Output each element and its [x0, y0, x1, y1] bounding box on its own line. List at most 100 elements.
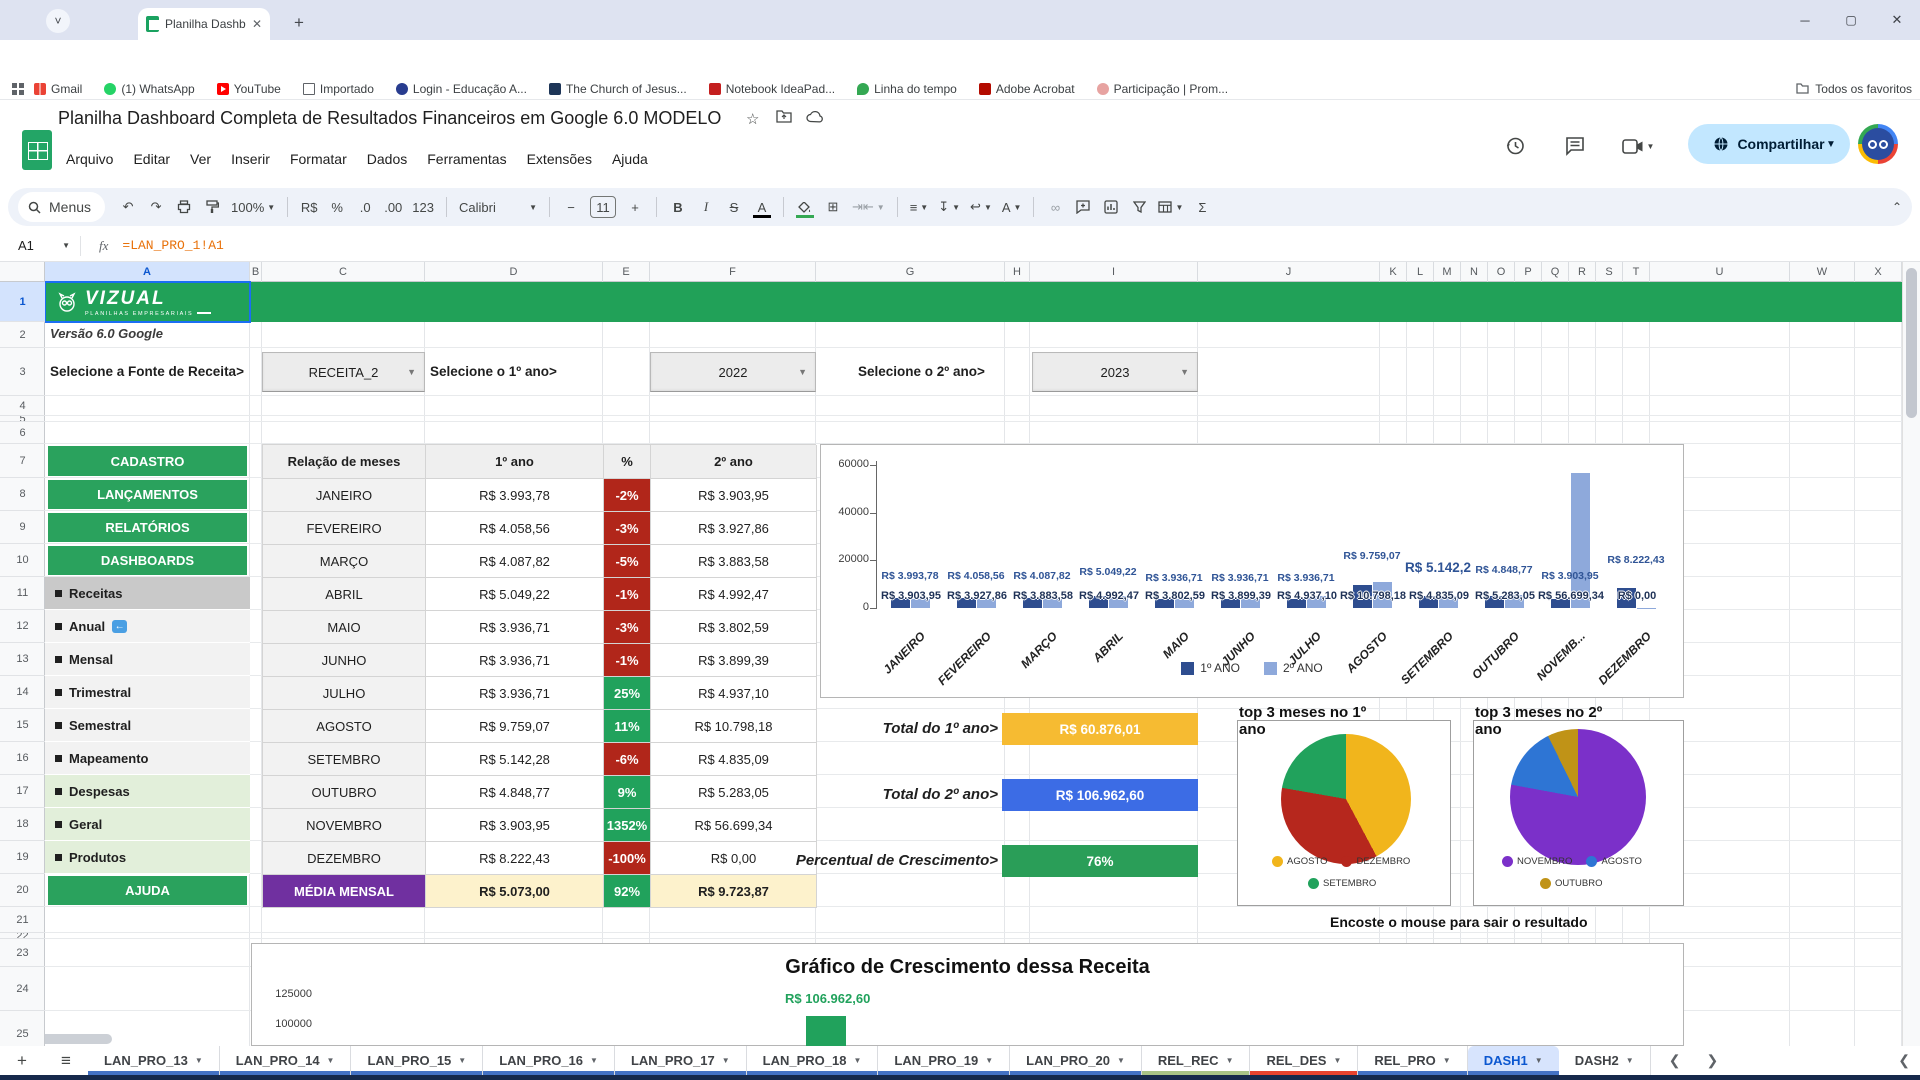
- year1-selector-dropdown[interactable]: 2022▼: [650, 352, 816, 392]
- add-sheet-button[interactable]: +: [0, 1046, 44, 1075]
- sheet-tab-menu-icon[interactable]: ▼: [327, 1056, 335, 1065]
- bookmark-item[interactable]: Importado: [303, 82, 374, 96]
- print-button[interactable]: [171, 194, 197, 220]
- text-wrap-button[interactable]: ↩▼: [966, 194, 996, 220]
- growth-chart[interactable]: Gráfico de Crescimento dessa Receita R$ …: [251, 943, 1684, 1046]
- column-header-C[interactable]: C: [262, 262, 425, 282]
- sidebar-item-geral[interactable]: Geral: [45, 808, 250, 841]
- row-header-18[interactable]: 18: [0, 808, 45, 841]
- sidebar-button-relatórios[interactable]: RELATÓRIOS: [47, 512, 248, 543]
- star-document-icon[interactable]: ☆: [746, 110, 759, 128]
- version-history-icon[interactable]: [1495, 126, 1535, 166]
- functions-button[interactable]: Σ: [1189, 194, 1215, 220]
- sheet-tab-lan_pro_13[interactable]: LAN_PRO_13▼: [88, 1046, 220, 1075]
- tab-search-chevron-icon[interactable]: ˅: [46, 9, 70, 33]
- column-header-U[interactable]: U: [1650, 262, 1790, 282]
- formula-input[interactable]: =LAN_PRO_1!A1: [122, 238, 223, 253]
- sheet-tab-menu-icon[interactable]: ▼: [458, 1056, 466, 1065]
- increase-font-size-button[interactable]: +: [622, 194, 648, 220]
- column-header-R[interactable]: R: [1569, 262, 1596, 282]
- row-header-10[interactable]: 10: [0, 544, 45, 577]
- bookmark-item[interactable]: YouTube: [217, 82, 281, 96]
- row-header-16[interactable]: 16: [0, 742, 45, 775]
- decrease-font-size-button[interactable]: −: [558, 194, 584, 220]
- sheet-tab-menu-icon[interactable]: ▼: [1117, 1056, 1125, 1065]
- column-header-X[interactable]: X: [1855, 262, 1902, 282]
- menu-arquivo[interactable]: Arquivo: [58, 148, 121, 170]
- row-header-12[interactable]: 12: [0, 610, 45, 643]
- row-header-15[interactable]: 15: [0, 709, 45, 742]
- row-header-17[interactable]: 17: [0, 775, 45, 808]
- column-header-W[interactable]: W: [1790, 262, 1855, 282]
- sheet-tab-menu-icon[interactable]: ▼: [1626, 1056, 1634, 1065]
- column-header-L[interactable]: L: [1407, 262, 1434, 282]
- menu-editar[interactable]: Editar: [125, 148, 178, 170]
- apps-grid-icon[interactable]: [12, 83, 24, 95]
- redo-button[interactable]: ↷: [143, 194, 169, 220]
- bookmark-item[interactable]: Gmail: [34, 82, 82, 96]
- sheet-tab-lan_pro_17[interactable]: LAN_PRO_17▼: [615, 1046, 747, 1075]
- column-header-O[interactable]: O: [1488, 262, 1515, 282]
- format-currency-button[interactable]: R$: [296, 194, 322, 220]
- scroll-tabs-right-icon[interactable]: ❯: [1706, 1052, 1718, 1069]
- text-rotation-button[interactable]: A▼: [998, 194, 1026, 220]
- sidebar-item-semestral[interactable]: Semestral: [45, 709, 250, 742]
- meet-video-icon[interactable]: ▼: [1610, 126, 1666, 166]
- row-header-9[interactable]: 9: [0, 511, 45, 544]
- sheet-tab-menu-icon[interactable]: ▼: [722, 1056, 730, 1065]
- insert-chart-button[interactable]: [1098, 194, 1124, 220]
- column-header-M[interactable]: M: [1434, 262, 1461, 282]
- sheet-tab-lan_pro_15[interactable]: LAN_PRO_15▼: [351, 1046, 483, 1075]
- toolbar-search-menus[interactable]: Menus: [18, 192, 105, 222]
- sidebar-item-trimestral[interactable]: Trimestral: [45, 676, 250, 709]
- menu-dados[interactable]: Dados: [359, 148, 415, 170]
- name-box[interactable]: A1 ▼: [0, 238, 80, 253]
- row-header-21[interactable]: 21: [0, 907, 45, 933]
- bookmark-item[interactable]: The Church of Jesus...: [549, 82, 687, 96]
- vertical-scrollbar[interactable]: [1902, 262, 1920, 1046]
- pie-chart-year2[interactable]: [1510, 729, 1646, 865]
- sheet-tab-menu-icon[interactable]: ▼: [853, 1056, 861, 1065]
- row-header-4[interactable]: 4: [0, 396, 45, 416]
- sheet-tab-dash1[interactable]: DASH1▼: [1468, 1046, 1559, 1075]
- row-header-24[interactable]: 24: [0, 967, 45, 1011]
- sidebar-button-ajuda[interactable]: AJUDA: [47, 875, 248, 906]
- row-header-7[interactable]: 7: [0, 444, 45, 478]
- row-header-19[interactable]: 19: [0, 841, 45, 874]
- sheet-tab-dash2[interactable]: DASH2▼: [1559, 1046, 1651, 1075]
- sheets-app-icon[interactable]: [22, 130, 52, 170]
- new-tab-button[interactable]: +: [286, 10, 312, 36]
- menu-ver[interactable]: Ver: [182, 148, 219, 170]
- sheet-tab-menu-icon[interactable]: ▼: [195, 1056, 203, 1065]
- fill-color-button[interactable]: [792, 194, 818, 220]
- sidebar-item-produtos[interactable]: Produtos: [45, 841, 250, 874]
- sheet-tab-menu-icon[interactable]: ▼: [985, 1056, 993, 1065]
- scroll-tabs-left-icon[interactable]: ❮: [1669, 1052, 1681, 1069]
- window-close-button[interactable]: ✕: [1874, 0, 1920, 40]
- row-header-1[interactable]: 1: [0, 282, 45, 322]
- horizontal-align-button[interactable]: ≡▼: [906, 194, 933, 220]
- sheet-tab-menu-icon[interactable]: ▼: [1535, 1056, 1543, 1065]
- font-size-input[interactable]: 11: [590, 196, 616, 218]
- sidebar-button-lançamentos[interactable]: LANÇAMENTOS: [47, 479, 248, 510]
- row-header-23[interactable]: 23: [0, 939, 45, 967]
- bookmark-item[interactable]: (1) WhatsApp: [104, 82, 194, 96]
- row-header-2[interactable]: 2: [0, 322, 45, 348]
- sheet-tab-menu-icon[interactable]: ▼: [1226, 1056, 1234, 1065]
- sheet-tab-lan_pro_18[interactable]: LAN_PRO_18▼: [747, 1046, 879, 1075]
- column-header-F[interactable]: F: [650, 262, 816, 282]
- menu-inserir[interactable]: Inserir: [223, 148, 278, 170]
- row-header-25[interactable]: 25: [0, 1011, 45, 1046]
- scrollbar-thumb[interactable]: [1906, 268, 1917, 418]
- column-header-A[interactable]: A: [45, 262, 250, 282]
- tab-close-icon[interactable]: ✕: [252, 17, 262, 31]
- column-header-I[interactable]: I: [1030, 262, 1198, 282]
- row-header-3[interactable]: 3: [0, 348, 45, 396]
- all-bookmarks-button[interactable]: Todos os favoritos: [1796, 82, 1912, 96]
- pie-chart-year1[interactable]: [1281, 734, 1411, 864]
- source-selector-dropdown[interactable]: RECEITA_2▼: [262, 352, 425, 392]
- column-header-T[interactable]: T: [1623, 262, 1650, 282]
- grid-corner[interactable]: [0, 262, 45, 282]
- bookmark-item[interactable]: Notebook IdeaPad...: [709, 82, 835, 96]
- bookmark-item[interactable]: Login - Educação A...: [396, 82, 527, 96]
